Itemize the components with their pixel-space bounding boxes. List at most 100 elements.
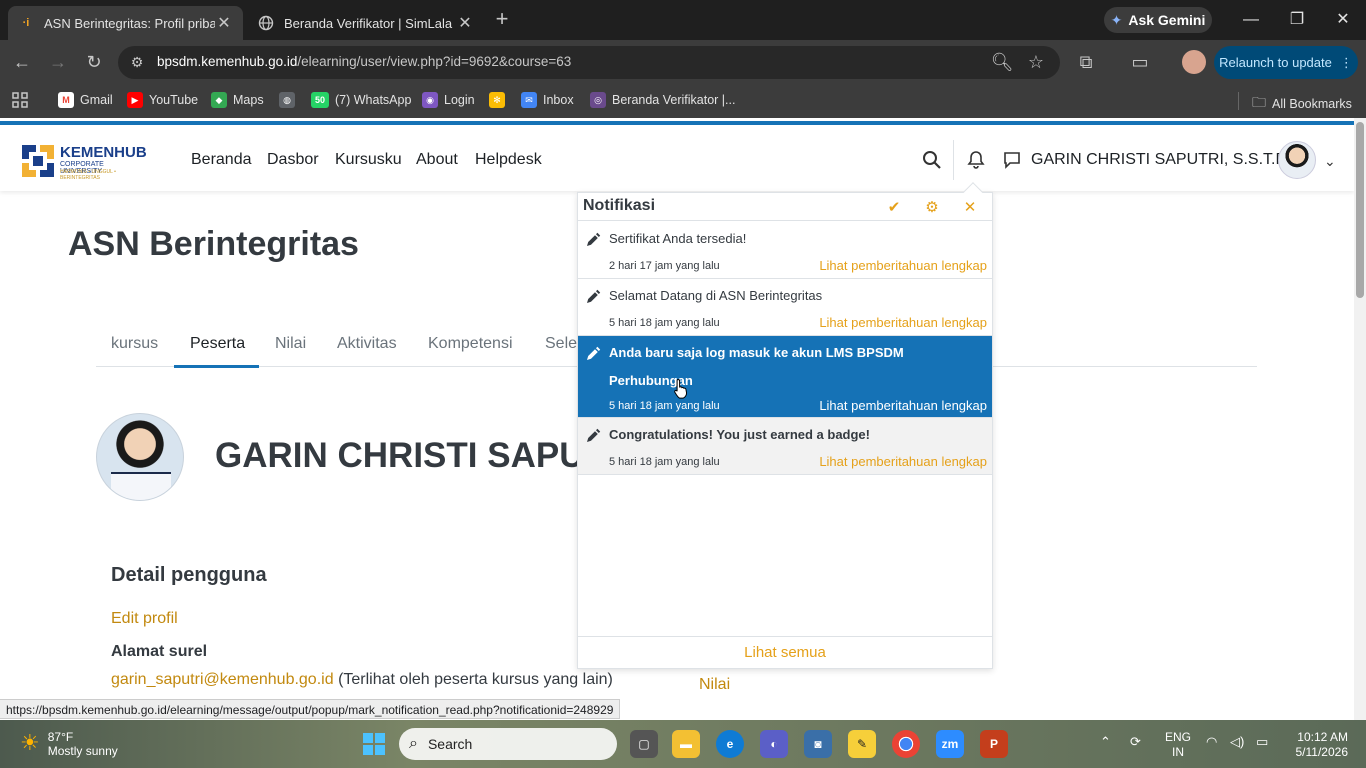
view-full-notification-link[interactable]: Lihat pemberitahuan lengkap xyxy=(819,315,987,330)
wifi-icon[interactable]: ◠ xyxy=(1206,734,1217,750)
language-indicator[interactable]: ENG IN xyxy=(1165,730,1191,760)
bell-icon[interactable] xyxy=(966,150,986,170)
site-info-icon[interactable]: ⚙ xyxy=(128,54,146,72)
file-explorer-icon[interactable]: ▬ xyxy=(672,730,700,758)
mark-all-read-check-icon[interactable]: ✔ xyxy=(885,199,903,217)
tab-more[interactable]: Sele xyxy=(545,335,577,353)
bookmark-login[interactable]: ◉ Login xyxy=(422,92,475,108)
close-tab-icon[interactable]: ✕ xyxy=(215,13,233,33)
navbar-divider xyxy=(953,140,954,180)
tab-aktivitas[interactable]: Aktivitas xyxy=(337,335,397,353)
tab-kursus[interactable]: kursus xyxy=(111,335,158,353)
nav-helpdesk[interactable]: Helpdesk xyxy=(475,151,542,169)
zoom-app-icon[interactable]: zm xyxy=(936,730,964,758)
app-icon[interactable]: ◐ xyxy=(760,730,788,758)
reload-icon[interactable]: ↻ xyxy=(82,50,106,74)
chevron-up-icon[interactable]: ⌃ xyxy=(1100,734,1111,750)
bookmark-label: Beranda Verifikator |... xyxy=(612,93,736,107)
message-icon[interactable] xyxy=(1002,150,1022,170)
see-all-notifications-link[interactable]: Lihat semua xyxy=(578,636,992,668)
camera-icon[interactable]: ◙ xyxy=(804,730,832,758)
apps-grid-icon[interactable] xyxy=(12,92,28,108)
email-link[interactable]: garin_saputri@kemenhub.go.id xyxy=(111,671,334,688)
chevron-down-icon[interactable]: ⌄ xyxy=(1324,153,1336,170)
chrome-icon[interactable] xyxy=(892,730,920,758)
address-bar[interactable]: ⚙ bpsdm.kemenhub.go.id/elearning/user/vi… xyxy=(118,46,1060,79)
tab-nilai[interactable]: Nilai xyxy=(275,335,306,353)
search-icon[interactable] xyxy=(922,150,942,170)
bookmark-globe[interactable]: ◍ xyxy=(279,92,295,108)
user-name[interactable]: GARIN CHRISTI SAPUTRI, S.S.T.Pel xyxy=(1031,151,1299,169)
new-tab-button[interactable]: + xyxy=(492,8,512,32)
bookmark-label: Login xyxy=(444,93,475,107)
restore-icon[interactable]: ❐ xyxy=(1285,8,1309,32)
bookmark-gmail[interactable]: M Gmail xyxy=(58,92,113,108)
edit-profile-link[interactable]: Edit profil xyxy=(111,610,178,628)
taskbar-search[interactable]: ⌕ Search xyxy=(399,728,617,760)
user-avatar[interactable] xyxy=(1278,141,1316,179)
volume-icon[interactable]: ◁) xyxy=(1230,734,1244,750)
url-text: bpsdm.kemenhub.go.id/elearning/user/view… xyxy=(157,54,572,69)
back-icon[interactable]: ← xyxy=(10,50,34,74)
view-full-notification-link[interactable]: Lihat pemberitahuan lengkap xyxy=(819,258,987,273)
grades-link[interactable]: Nilai xyxy=(699,676,730,694)
bookmark-inbox[interactable]: ✉ Inbox xyxy=(521,92,574,108)
clock-date: 5/11/2026 xyxy=(1295,745,1349,759)
profile-avatar-icon[interactable] xyxy=(1182,50,1206,74)
windows-start-icon[interactable] xyxy=(362,732,386,756)
notification-item[interactable]: Sertifikat Anda tersedia! 2 hari 17 jam … xyxy=(578,222,992,279)
bookmark-whatsapp[interactable]: 50 (7) WhatsApp xyxy=(311,92,411,108)
page-content: KEMENHUB CORPORATE UNIVERSITY HARMONIS •… xyxy=(0,118,1354,720)
sticky-notes-icon[interactable]: ✎ xyxy=(848,730,876,758)
ask-gemini-button[interactable]: ✦ Ask Gemini xyxy=(1104,7,1212,33)
tab-search-icon[interactable]: ▭ xyxy=(1128,50,1152,74)
scrollbar-thumb[interactable] xyxy=(1356,122,1364,298)
kemenhub-logo[interactable]: KEMENHUB CORPORATE UNIVERSITY HARMONIS •… xyxy=(22,142,147,181)
relaunch-button[interactable]: Relaunch to update ⋮ xyxy=(1214,46,1358,79)
minimize-icon[interactable]: — xyxy=(1239,8,1263,32)
page-scrollbar[interactable] xyxy=(1354,118,1366,720)
email-row: garin_saputri@kemenhub.go.id (Terlihat o… xyxy=(111,671,613,689)
gear-icon[interactable]: ⚙ xyxy=(923,199,941,217)
clock[interactable]: 10:12 AM 5/11/2026 xyxy=(1290,730,1349,760)
login-icon: ◉ xyxy=(422,92,438,108)
tab-asn-profile[interactable]: ·i ASN Berintegritas: Profil pribadi ✕ xyxy=(8,6,243,40)
course-title: ASN Berintegritas xyxy=(68,225,359,263)
view-full-notification-link[interactable]: Lihat pemberitahuan lengkap xyxy=(819,454,987,469)
nav-beranda[interactable]: Beranda xyxy=(191,151,252,169)
bookmark-youtube[interactable]: ▶ YouTube xyxy=(127,92,198,108)
bookmark-maps[interactable]: ◆ Maps xyxy=(211,92,264,108)
tab-simlala[interactable]: Beranda Verifikator | SimLala ✕ xyxy=(248,6,484,40)
weather-widget[interactable]: ☀ 87°F Mostly sunny xyxy=(20,730,118,758)
battery-icon[interactable]: ▭ xyxy=(1256,734,1268,750)
powerpoint-icon[interactable]: P xyxy=(980,730,1008,758)
nav-kursusku[interactable]: Kursusku xyxy=(335,151,402,169)
nav-dasbor[interactable]: Dasbor xyxy=(267,151,319,169)
status-bar-link: https://bpsdm.kemenhub.go.id/elearning/m… xyxy=(0,699,621,719)
bookmark-verifikator[interactable]: ◎ Beranda Verifikator |... xyxy=(590,92,735,108)
logo-motto: HARMONIS • UNGGUL • BERINTEGRITAS xyxy=(60,169,116,181)
task-view-icon[interactable]: ▢ xyxy=(630,730,658,758)
more-menu-icon[interactable]: ⋮ xyxy=(1340,55,1353,71)
close-icon[interactable]: ✕ xyxy=(961,199,979,217)
site-navbar: KEMENHUB CORPORATE UNIVERSITY HARMONIS •… xyxy=(0,121,1354,191)
youtube-icon: ▶ xyxy=(127,92,143,108)
nav-about[interactable]: About xyxy=(416,151,458,169)
bookmark-star-icon[interactable]: ☆ xyxy=(1024,50,1048,74)
forward-icon[interactable]: → xyxy=(46,50,70,74)
notification-item-hovered[interactable]: Anda baru saja log masuk ke akun LMS BPS… xyxy=(578,336,992,418)
view-full-notification-link[interactable]: Lihat pemberitahuan lengkap xyxy=(819,398,987,413)
bookmark-photos[interactable]: ✻ xyxy=(489,92,505,108)
extensions-icon[interactable]: ⧉ xyxy=(1074,50,1098,74)
tab-kompetensi[interactable]: Kompetensi xyxy=(428,335,513,353)
close-tab-icon[interactable]: ✕ xyxy=(456,13,474,33)
notification-item-unread[interactable]: Congratulations! You just earned a badge… xyxy=(578,418,992,475)
edge-icon[interactable]: e xyxy=(716,730,744,758)
close-window-icon[interactable]: ✕ xyxy=(1331,8,1355,32)
zoom-icon[interactable]: 🔍︎ xyxy=(990,50,1014,74)
notification-item[interactable]: Selamat Datang di ASN Berintegritas 5 ha… xyxy=(578,279,992,336)
inbox-icon: ✉ xyxy=(521,92,537,108)
all-bookmarks-button[interactable]: 🗀 All Bookmarks xyxy=(1252,92,1352,116)
tab-peserta[interactable]: Peserta xyxy=(190,335,245,353)
sync-icon[interactable]: ⟳ xyxy=(1130,734,1141,750)
